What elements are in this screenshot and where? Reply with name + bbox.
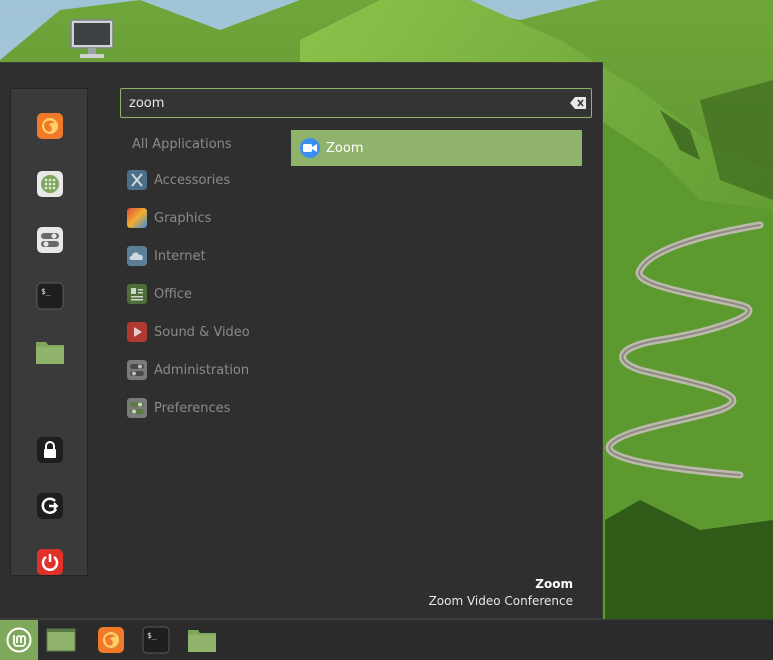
office-icon [127, 284, 147, 304]
power-icon [37, 549, 63, 575]
favorite-terminal[interactable]: $_ [35, 281, 65, 311]
mint-logo-icon [6, 627, 32, 653]
category-sound-video[interactable]: Sound & Video [127, 320, 250, 344]
favorite-lock-screen[interactable] [35, 435, 65, 465]
firefox-icon [98, 627, 124, 653]
administration-icon [127, 360, 147, 380]
internet-icon [127, 246, 147, 266]
clear-search-button[interactable] [570, 96, 586, 110]
svg-text:$_: $_ [41, 287, 51, 296]
taskbar: $_ [0, 619, 773, 660]
logout-icon [37, 493, 63, 519]
category-label: Accessories [154, 172, 231, 188]
taskbar-terminal[interactable]: $_ [141, 626, 171, 654]
category-administration[interactable]: Administration [127, 358, 249, 382]
software-manager-icon [37, 171, 63, 197]
clear-icon [570, 97, 586, 109]
category-label: Graphics [154, 210, 212, 226]
category-all-applications[interactable]: All Applications [132, 137, 232, 152]
category-label: Preferences [154, 400, 231, 416]
folder-icon [36, 342, 64, 364]
result-label: Zoom [326, 140, 364, 156]
selected-app-name: Zoom [535, 577, 573, 591]
category-accessories[interactable]: Accessories [127, 168, 230, 192]
favorites-sidebar: $_ [10, 88, 88, 576]
lock-icon [37, 437, 63, 463]
category-label: Internet [154, 248, 206, 264]
category-label: Office [154, 286, 192, 302]
category-office[interactable]: Office [127, 282, 192, 306]
graphics-icon [127, 208, 147, 228]
preferences-icon [127, 398, 147, 418]
accessories-icon [127, 170, 147, 190]
favorite-logout[interactable] [35, 491, 65, 521]
terminal-icon: $_ [36, 282, 64, 310]
taskbar-show-desktop[interactable] [46, 626, 76, 654]
computer-icon[interactable] [68, 18, 116, 60]
search-result-zoom[interactable]: Zoom [291, 130, 582, 166]
settings-icon [37, 227, 63, 253]
category-preferences[interactable]: Preferences [127, 396, 230, 420]
sound-video-icon [127, 322, 147, 342]
favorite-firefox[interactable] [35, 111, 65, 141]
search-input[interactable] [120, 88, 592, 118]
selected-app-description: Zoom Video Conference [428, 594, 573, 608]
firefox-icon [37, 113, 63, 139]
favorite-software-manager[interactable] [35, 169, 65, 199]
zoom-icon [300, 138, 320, 158]
terminal-icon: $_ [142, 626, 170, 654]
category-internet[interactable]: Internet [127, 244, 206, 268]
application-menu: $_ zoom All Applications Accessories Gra… [0, 62, 603, 619]
favorite-settings[interactable] [35, 225, 65, 255]
favorite-files[interactable] [35, 337, 65, 367]
svg-text:$_: $_ [147, 631, 157, 640]
folder-icon [188, 630, 216, 652]
show-desktop-icon [46, 628, 76, 652]
favorite-power[interactable] [35, 547, 65, 577]
taskbar-files[interactable] [187, 626, 217, 654]
category-graphics[interactable]: Graphics [127, 206, 211, 230]
start-menu-button[interactable] [0, 620, 38, 660]
taskbar-firefox[interactable] [96, 626, 126, 654]
category-label: Sound & Video [154, 324, 250, 340]
category-label: Administration [154, 362, 250, 378]
